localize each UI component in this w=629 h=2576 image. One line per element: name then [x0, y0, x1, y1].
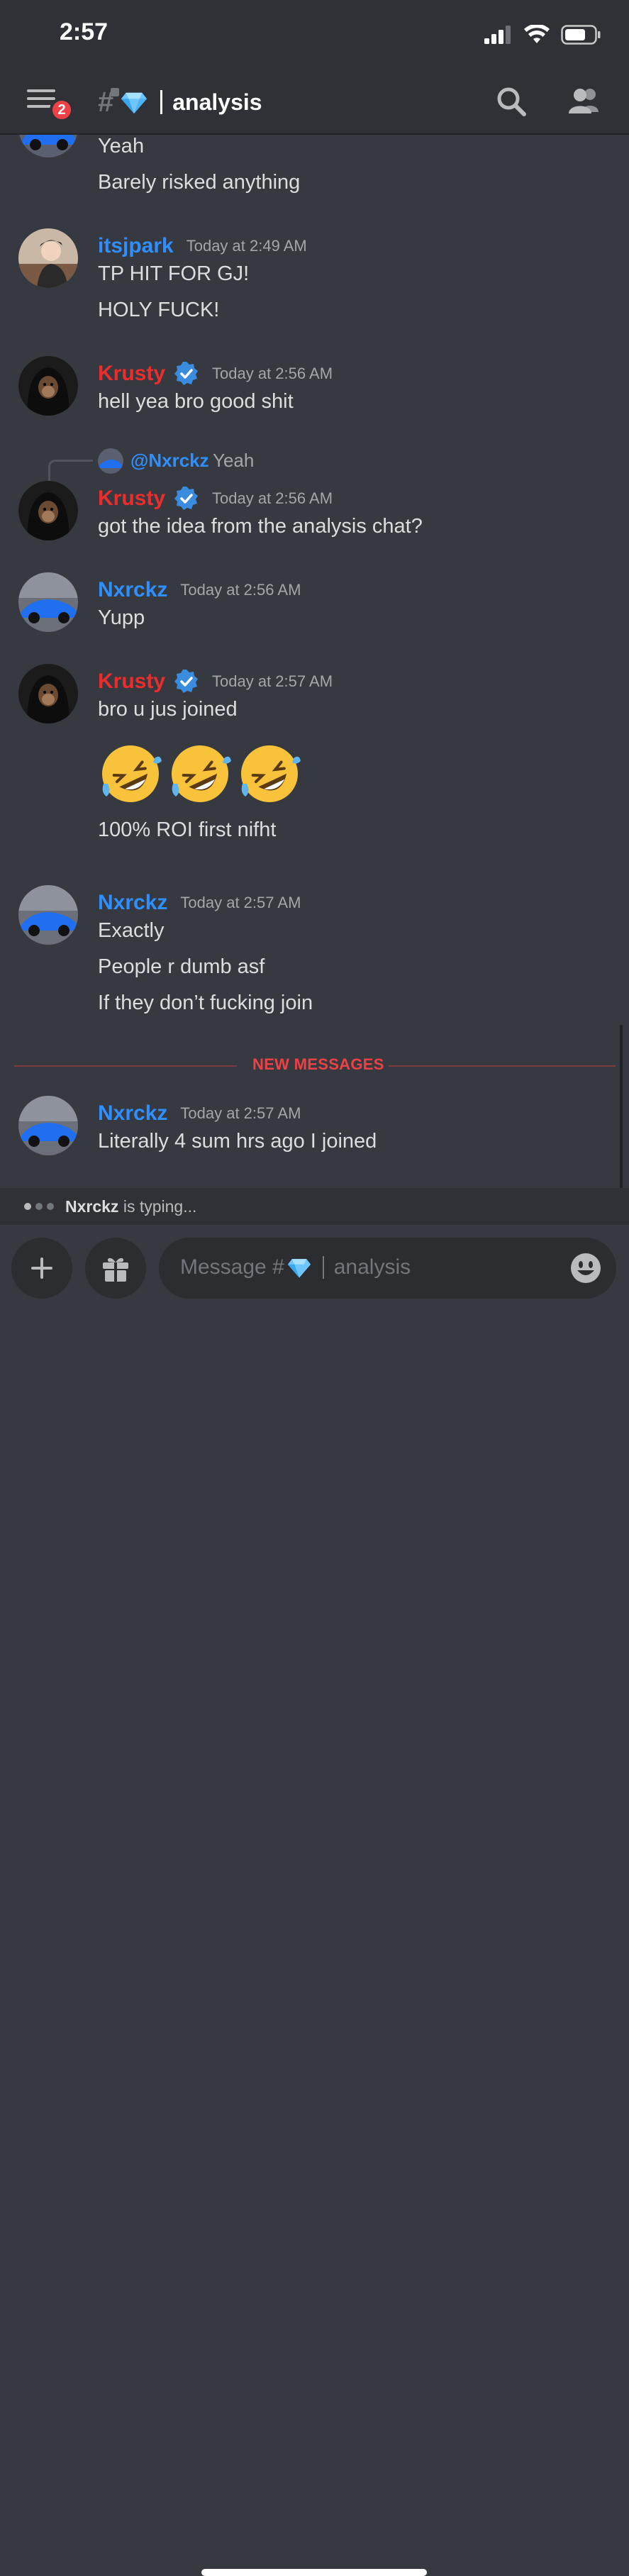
placeholder-prefix: Message #: [180, 1255, 284, 1279]
timestamp: Today at 2:56 AM: [212, 365, 333, 382]
scrollbar[interactable]: [620, 1025, 623, 1188]
message-text: TP HIT FOR GJ!: [98, 262, 250, 285]
username[interactable]: Nxrckz: [98, 891, 167, 915]
emoji-row: [98, 741, 302, 806]
plus-icon: [31, 1258, 52, 1279]
reply-preview[interactable]: Yeah: [213, 450, 254, 472]
channel-header: 2 # analysis: [0, 71, 629, 135]
message-input[interactable]: Message # analysis: [159, 1238, 616, 1299]
message-meta: Nxrckz Today at 2:56 AM: [98, 576, 301, 604]
channel-title-group[interactable]: # analysis: [98, 85, 262, 119]
new-messages-divider: NEW MESSAGES: [14, 1055, 616, 1077]
message-text: Literally 4 sum hrs ago I joined: [98, 1130, 377, 1153]
typing-dots-icon: [24, 1203, 54, 1210]
timestamp: Today at 2:56 AM: [212, 489, 333, 507]
message-meta: Krusty Today at 2:57 AM: [98, 667, 333, 696]
username[interactable]: Nxrckz: [98, 578, 167, 602]
message-text: got the idea from the analysis chat?: [98, 515, 423, 538]
status-bar: 2:57: [0, 0, 629, 71]
reply-mention[interactable]: @Nxrckz: [130, 450, 209, 472]
verified-icon: [174, 670, 199, 693]
gem-icon: [287, 1259, 311, 1278]
username[interactable]: Krusty: [98, 670, 165, 694]
avatar[interactable]: [18, 481, 78, 540]
message-text: Yeah: [98, 135, 145, 157]
message-text: HOLY FUCK!: [98, 299, 220, 321]
typing-suffix: is typing...: [123, 1197, 197, 1216]
hash-lock-icon: #: [98, 87, 120, 118]
reply-connector: [48, 460, 93, 482]
rolling-on-floor-laughing-icon: [241, 745, 301, 802]
username[interactable]: Krusty: [98, 487, 165, 511]
search-icon[interactable]: [495, 85, 528, 118]
members-icon[interactable]: [566, 84, 601, 119]
message-text: Barely risked anything: [98, 171, 301, 194]
message-text: People r dumb asf: [98, 955, 265, 978]
message-meta: itsjpark Today at 2:49 AM: [98, 232, 307, 260]
message-text: If they don’t fucking join: [98, 992, 313, 1014]
wifi-icon: [524, 25, 550, 43]
typing-indicator: Nxrckz is typing...: [0, 1188, 629, 1225]
gem-icon: [121, 92, 147, 114]
timestamp: Today at 2:56 AM: [180, 581, 301, 599]
message-placeholder: Message # analysis: [180, 1255, 411, 1279]
message-meta: Nxrckz Today at 2:57 AM: [98, 889, 301, 917]
emoji-icon[interactable]: [569, 1252, 602, 1284]
verified-icon: [174, 487, 199, 510]
username[interactable]: itsjpark: [98, 234, 174, 258]
message-text: hell yea bro good shit: [98, 390, 294, 413]
status-icons: [484, 24, 601, 45]
message-meta: Nxrckz Today at 2:57 AM: [98, 1099, 301, 1128]
avatar[interactable]: [18, 664, 78, 723]
notification-badge: 2: [50, 98, 74, 122]
timestamp: Today at 2:57 AM: [212, 672, 333, 690]
message-meta: Krusty Today at 2:56 AM: [98, 360, 333, 388]
battery-icon: [561, 25, 601, 45]
typing-text: Nxrckz is typing...: [65, 1197, 196, 1216]
home-indicator[interactable]: [201, 2569, 427, 2576]
avatar[interactable]: [18, 228, 78, 288]
typing-user: Nxrckz: [65, 1197, 119, 1216]
new-messages-label: NEW MESSAGES: [252, 1055, 384, 1073]
verified-icon: [174, 362, 199, 385]
placeholder-channel: analysis: [333, 1255, 411, 1279]
avatar[interactable]: [18, 885, 78, 945]
status-time: 2:57: [60, 18, 108, 45]
message-list[interactable]: Yeah Barely risked anything itsjpark Tod…: [0, 135, 629, 1188]
avatar[interactable]: [18, 572, 78, 632]
gift-button[interactable]: [85, 1238, 146, 1299]
message-composer: Message # analysis: [0, 1225, 629, 2576]
avatar[interactable]: [18, 1096, 78, 1155]
signal-icon: [484, 26, 511, 44]
timestamp: Today at 2:57 AM: [180, 1104, 301, 1122]
username[interactable]: Nxrckz: [98, 1101, 167, 1126]
add-attachment-button[interactable]: [11, 1238, 72, 1299]
gift-icon: [103, 1258, 128, 1282]
avatar[interactable]: [18, 135, 78, 157]
message-meta: Krusty Today at 2:56 AM: [98, 484, 333, 513]
timestamp: Today at 2:57 AM: [180, 894, 301, 911]
username[interactable]: Krusty: [98, 362, 165, 386]
avatar[interactable]: [18, 356, 78, 416]
message-text: bro u jus joined: [98, 698, 238, 721]
timestamp: Today at 2:49 AM: [186, 237, 307, 255]
reply-avatar: [98, 448, 123, 474]
rolling-on-floor-laughing-icon: [102, 745, 162, 802]
message-text: Yupp: [98, 606, 145, 629]
message-text: Exactly: [98, 919, 165, 942]
rolling-on-floor-laughing-icon: [172, 745, 231, 802]
message-text: 100% ROI first nifht: [98, 818, 277, 841]
channel-name: analysis: [172, 89, 262, 115]
channel-separator: [160, 90, 163, 114]
